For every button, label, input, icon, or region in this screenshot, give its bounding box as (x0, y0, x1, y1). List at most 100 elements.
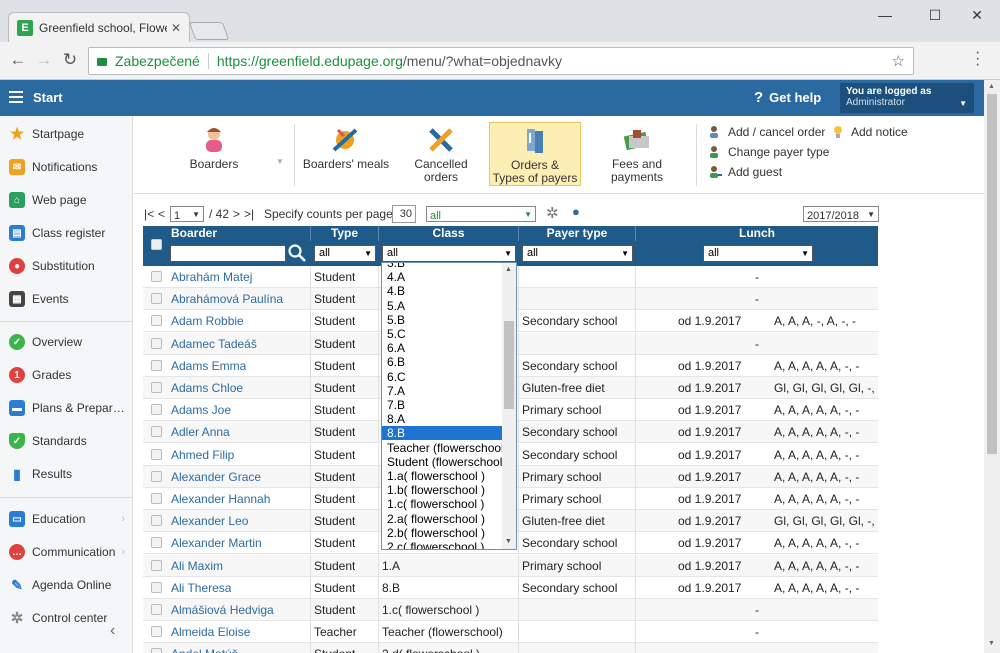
class-option[interactable]: 2.a( flowerschool ) (382, 512, 502, 526)
select-all-checkbox[interactable] (151, 239, 162, 250)
row-checkbox[interactable] (151, 515, 162, 527)
sidebar-item-overview[interactable]: ✓ Overview (0, 329, 133, 355)
scroll-down-icon[interactable]: ▼ (505, 538, 512, 545)
bookmark-star-icon[interactable]: ☆ (892, 52, 905, 70)
boarder-name-link[interactable]: Ahmed Filip (171, 448, 234, 462)
class-option[interactable]: 7.A (382, 384, 502, 398)
boarder-name-link[interactable]: Abrahámová Paulína (171, 292, 283, 306)
window-close-icon[interactable]: ✕ (954, 0, 1000, 30)
row-checkbox[interactable] (151, 359, 162, 371)
start-label[interactable]: Start (33, 90, 63, 105)
browser-menu-icon[interactable]: · · · (975, 45, 980, 73)
row-checkbox[interactable] (151, 382, 162, 393)
sidebar-item-notifications[interactable]: ✉ Notifications (0, 154, 133, 180)
add-notice-button[interactable]: Add notice (831, 125, 908, 139)
boarder-name-link[interactable]: Andel Matúš (171, 647, 238, 653)
class-option[interactable]: 5.B (382, 313, 502, 327)
row-checkbox[interactable] (151, 271, 162, 282)
row-checkbox[interactable] (151, 315, 162, 327)
row-checkbox[interactable] (151, 626, 162, 638)
dropdown-scrollbar[interactable]: ▲ ▼ (502, 263, 516, 549)
table-row[interactable]: Almeida Eloise Teacher Teacher (flowerscho… (143, 621, 878, 644)
class-option[interactable]: 4.B (382, 284, 502, 298)
row-checkbox[interactable] (151, 648, 162, 653)
boarder-name-link[interactable]: Alexander Hannah (171, 492, 270, 506)
sidebar-item-class-register[interactable]: ▤ Class register (0, 220, 133, 246)
sidebar-item-results[interactable]: ▮ Results (0, 461, 133, 487)
boarder-name-link[interactable]: Abrahám Matej (171, 270, 252, 284)
row-checkbox[interactable] (151, 581, 162, 593)
row-checkbox[interactable] (151, 559, 162, 571)
chevron-down-icon[interactable]: ▼ (276, 157, 284, 166)
class-option[interactable]: 7.B (382, 398, 502, 412)
table-row[interactable]: Ali Maxim Student 1.A Primary school od 1.9.… (143, 554, 878, 577)
module-fees-and-payments[interactable]: Fees and payments (585, 122, 689, 186)
collapse-sidebar-icon[interactable]: ‹ (110, 622, 115, 640)
class-option[interactable]: 6.A (382, 341, 502, 355)
header-type[interactable]: Type (311, 226, 379, 241)
class-dropdown-list[interactable]: 2.c( flowerschool ) 2.b( flowerschool ) 2.… (381, 262, 517, 550)
class-filter-select[interactable]: all ▼ (382, 245, 516, 262)
boarder-name-link[interactable]: Almášiová Hedviga (171, 603, 274, 617)
boarder-name-link[interactable]: Alexander Leo (171, 514, 248, 528)
module-boarders-meals[interactable]: Boarders' meals (302, 122, 390, 186)
header-class[interactable]: Class (379, 226, 519, 241)
dropdown-scroll-thumb[interactable] (504, 321, 514, 409)
forward-arrow-icon[interactable]: → (34, 50, 54, 70)
sidebar-item-events[interactable]: ▦ Events (0, 286, 133, 312)
user-options-icon[interactable]: ● (572, 204, 580, 219)
scroll-up-icon[interactable]: ▲ (505, 266, 512, 273)
back-arrow-icon[interactable]: ← (8, 50, 28, 70)
new-tab-button[interactable] (188, 22, 230, 40)
payer-filter-select[interactable]: all ▼ (522, 245, 633, 262)
sidebar-item-web-page[interactable]: ⌂ Web page (0, 187, 133, 213)
module-orders-types-of-payers[interactable]: Orders & Types of payers (489, 122, 581, 186)
class-option[interactable]: 2.c( flowerschool ) (382, 540, 502, 549)
class-option[interactable]: 6.B (382, 355, 502, 369)
table-row[interactable]: Andel Matúš Student 2.d( flowerschool ) (143, 643, 878, 653)
class-option[interactable]: 8.A (382, 412, 502, 426)
class-option[interactable]: 5.A (382, 299, 502, 313)
type-filter-select[interactable]: all ▼ (314, 245, 376, 262)
boarder-name-link[interactable]: Almeida Eloise (171, 625, 250, 639)
add-guest-button[interactable]: Add guest (708, 165, 782, 179)
search-icon[interactable] (287, 243, 307, 263)
page-scrollbar[interactable]: ▲ ▼ (984, 80, 1000, 653)
row-checkbox[interactable] (151, 537, 162, 549)
header-payer-type[interactable]: Payer type (519, 226, 636, 241)
header-lunch[interactable]: Lunch (636, 226, 878, 241)
scroll-down-icon[interactable]: ▼ (988, 640, 995, 647)
sidebar-item-plans[interactable]: ▬ Plans & Prepar… (0, 395, 133, 421)
list-filter-select[interactable]: all ▼ (426, 206, 536, 222)
class-option[interactable]: 2.b( flowerschool ) (382, 526, 502, 540)
boarder-name-link[interactable]: Alexander Martin (171, 536, 262, 550)
hamburger-menu-icon[interactable] (9, 91, 23, 106)
settings-gear-icon[interactable]: ✲ (546, 204, 559, 222)
row-checkbox[interactable] (151, 337, 162, 349)
class-option[interactable]: 1.b( flowerschool ) (382, 483, 502, 497)
class-option[interactable]: 6.C (382, 370, 502, 384)
year-select[interactable]: 2017/2018 ▼ (803, 206, 879, 222)
address-bar[interactable]: Zabezpečené https://greenfield.edupage.o… (88, 47, 914, 75)
sidebar-item-substitution[interactable]: ● Substitution (0, 253, 133, 279)
lunch-filter-select[interactable]: all ▼ (703, 245, 813, 262)
class-option[interactable]: 1.c( flowerschool ) (382, 497, 502, 511)
sidebar-item-education[interactable]: ▭ Education › (0, 506, 133, 532)
header-boarder[interactable]: Boarder (167, 226, 311, 241)
class-option[interactable]: Teacher (flowerschool) (382, 441, 508, 455)
module-cancelled-orders[interactable]: Cancelled orders (396, 122, 486, 186)
boarder-name-link[interactable]: Adamec Tadeáš (171, 337, 257, 351)
boarder-name-link[interactable]: Adams Joe (171, 403, 231, 417)
prev-page-button[interactable]: < (158, 207, 165, 221)
row-checkbox[interactable] (151, 470, 162, 482)
class-option[interactable]: 1.a( flowerschool ) (382, 469, 502, 483)
reload-icon[interactable]: ↻ (60, 50, 80, 70)
class-option[interactable]: Student (flowerschool) (382, 455, 506, 469)
boarder-name-link[interactable]: Adler Anna (171, 425, 230, 439)
row-checkbox[interactable] (151, 293, 162, 305)
sidebar-item-startpage[interactable]: ★ Startpage (0, 121, 133, 147)
change-payer-type-button[interactable]: Change payer type (708, 145, 829, 159)
maximize-icon[interactable]: ☐ (912, 0, 958, 30)
module-boarders[interactable]: Boarders (170, 122, 258, 186)
class-option[interactable]: 4.A (382, 270, 502, 284)
